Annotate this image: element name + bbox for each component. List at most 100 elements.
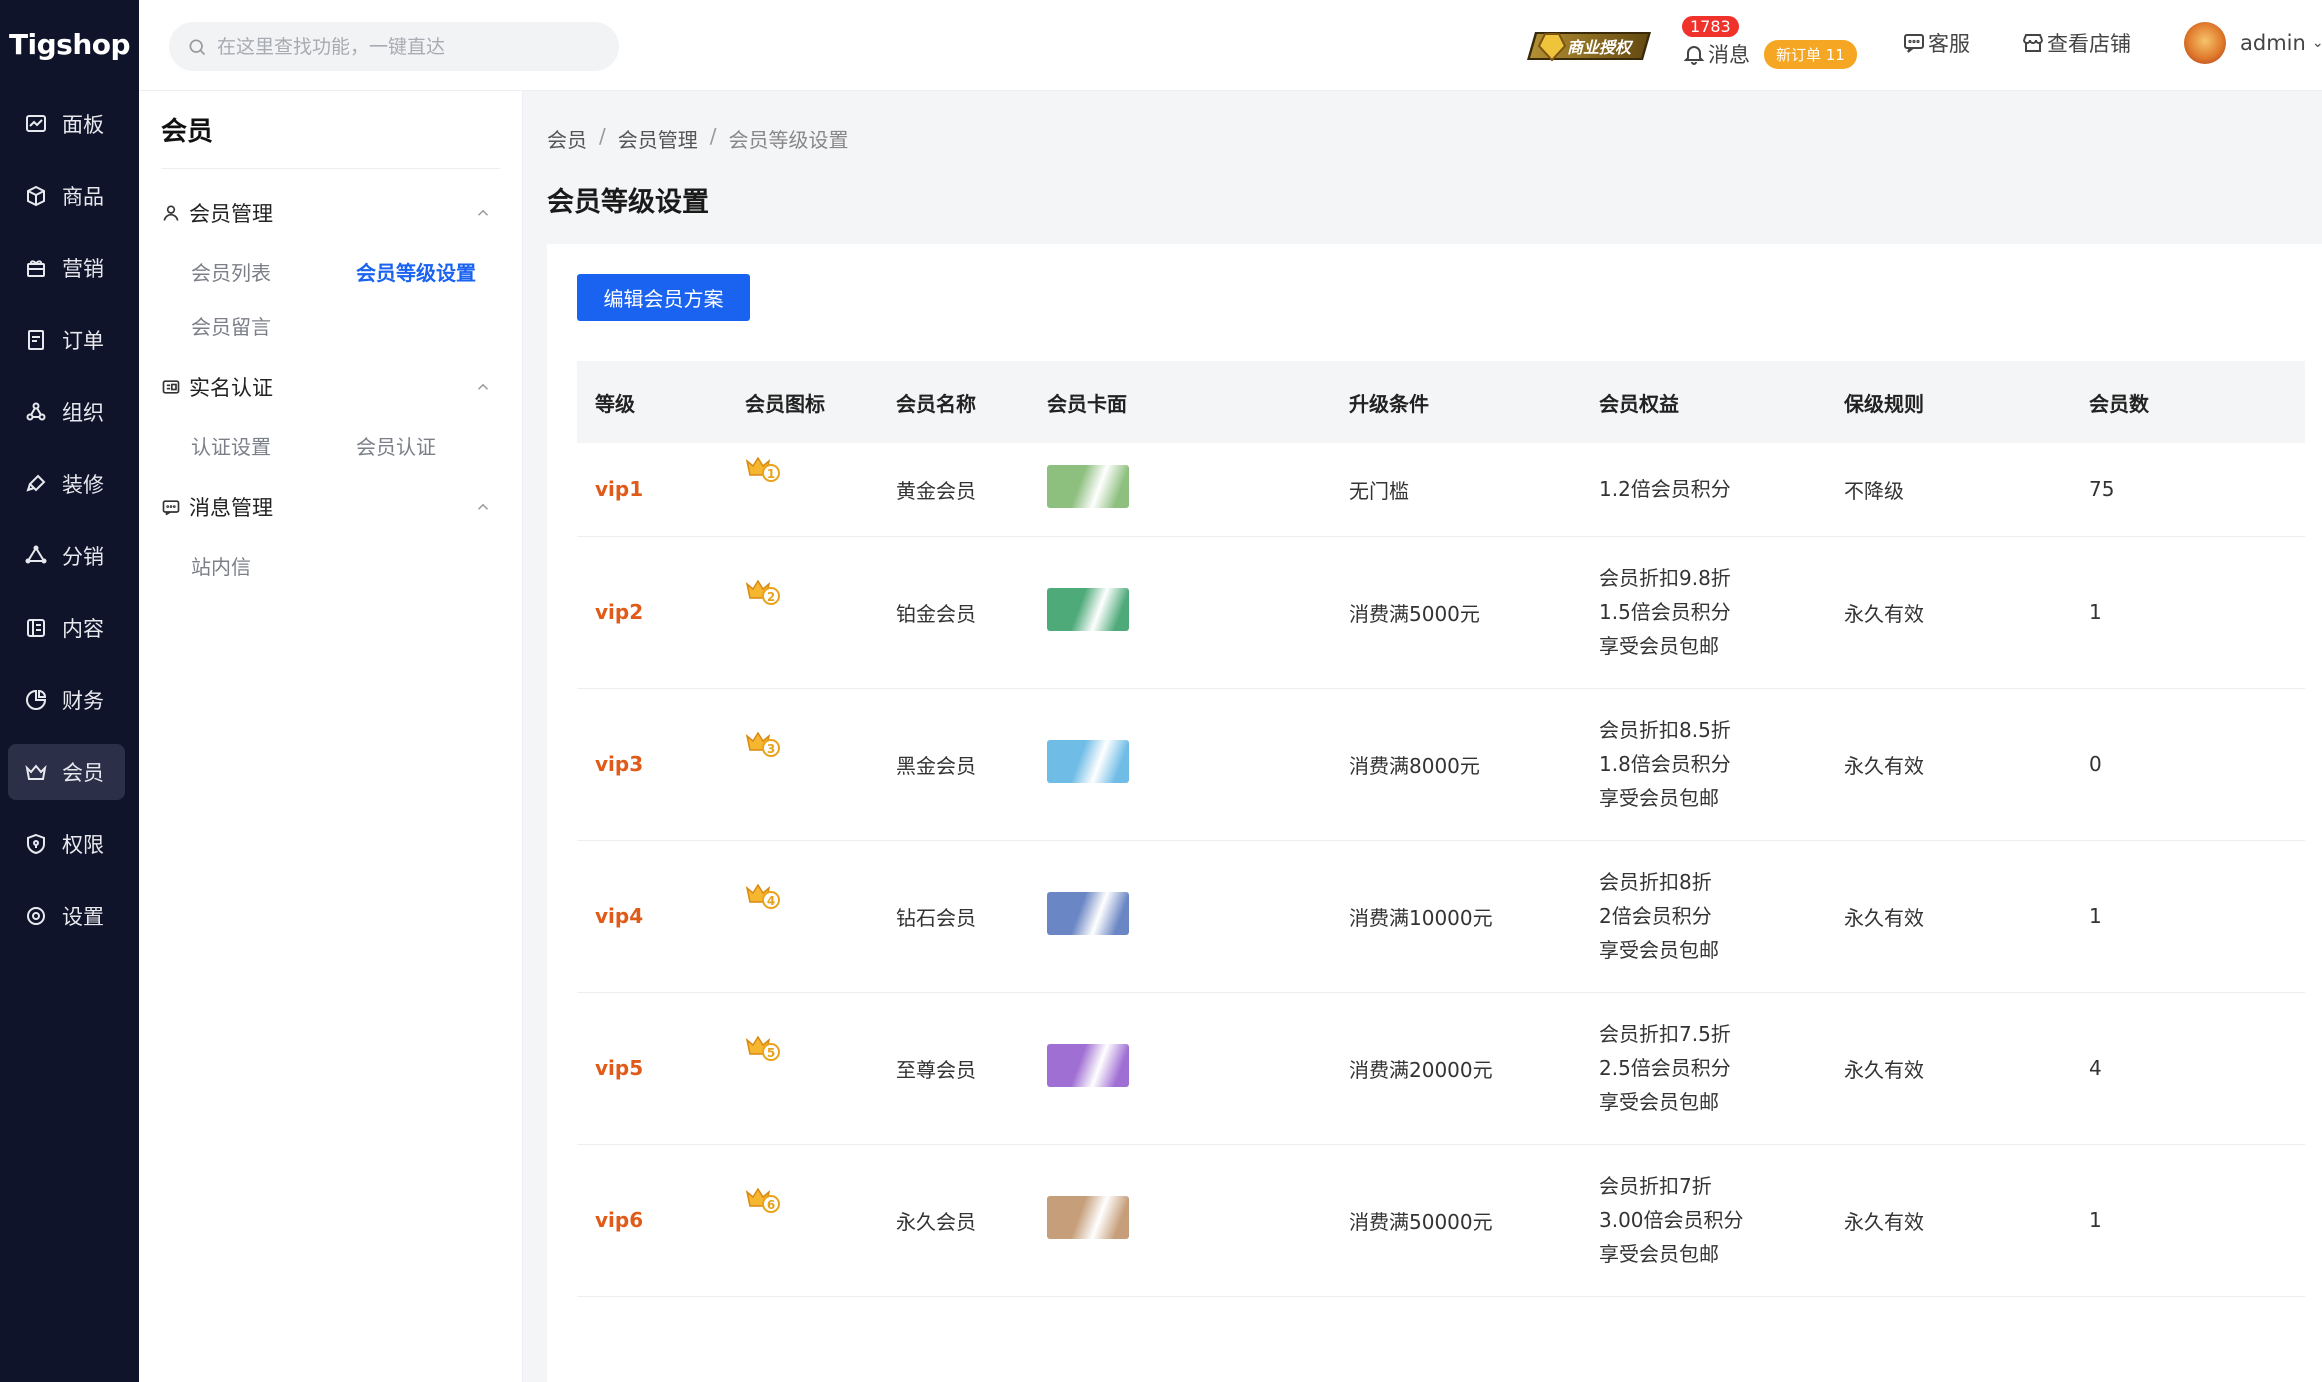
member-right: 会员折扣7.5折 — [1599, 1022, 1731, 1046]
sub-nav-group-header[interactable]: 消息管理 — [139, 485, 522, 529]
sub-nav-item[interactable]: 会员留言 — [191, 307, 356, 361]
member-right: 会员折扣7折 — [1599, 1174, 1712, 1198]
content-card: 编辑会员方案 等级 会员图标 会员名称 会员卡面 升级条件 会员权益 保级规则 会员数 vip… — [547, 244, 2322, 1382]
badge-cell: 2 — [727, 536, 878, 689]
nav-item-11[interactable]: 设置 — [8, 888, 125, 944]
nav-item-0[interactable]: 面板 — [8, 96, 125, 152]
vip-badge-number: 1 — [767, 467, 775, 481]
search-input[interactable] — [217, 35, 597, 58]
sub-nav-group-header[interactable]: 实名认证 — [139, 365, 522, 409]
badge-cell: 6 — [727, 1144, 878, 1297]
nav-item-label: 订单 — [62, 329, 104, 353]
sub-nav-group-header[interactable]: 会员管理 — [139, 191, 522, 235]
sub-nav-group: 消息管理 站内信 — [139, 485, 522, 601]
table-row: vip5 5 至尊会员 消费满20000元 会员折扣7.5折 2.5倍会员积分 享受… — [577, 992, 2305, 1145]
count-cell: 75 — [2071, 443, 2305, 537]
breadcrumb-item: 会员等级设置 — [728, 128, 849, 152]
member-right: 享受会员包邮 — [1599, 1242, 1719, 1266]
member-right: 1.2倍会员积分 — [1599, 477, 1731, 502]
rule-cell: 永久有效 — [1826, 688, 2071, 841]
nav-item-6[interactable]: 分销 — [8, 528, 125, 584]
search-icon — [189, 39, 206, 55]
vip-badge-number: 2 — [767, 590, 775, 604]
sub-nav-item[interactable]: 会员列表 — [191, 253, 356, 307]
vip-crown-icon: 1 — [745, 456, 780, 482]
nav-item-4[interactable]: 组织 — [8, 384, 125, 440]
card-cell — [1029, 443, 1331, 537]
nav-item-9[interactable]: 会员 — [8, 744, 125, 800]
condition-cell: 消费满5000元 — [1331, 536, 1581, 689]
member-right: 1.5倍会员积分 — [1599, 600, 1731, 624]
vip-badge-number: 3 — [767, 742, 775, 756]
sub-nav-group-label: 消息管理 — [189, 496, 273, 520]
vip-crown-icon: 2 — [745, 579, 780, 605]
breadcrumb-item[interactable]: 会员 — [547, 124, 587, 153]
view-shop-link[interactable]: 查看店铺 — [2021, 28, 2131, 58]
user-menu[interactable]: admin ⌄ — [2184, 22, 2322, 64]
sub-nav-group-label: 会员管理 — [189, 202, 273, 226]
card-cell — [1029, 1144, 1331, 1297]
nav-item-label: 装修 — [62, 473, 104, 497]
nav-item-2[interactable]: 营销 — [8, 240, 125, 296]
nav-item-label: 营销 — [62, 257, 104, 281]
condition-cell: 无门槛 — [1331, 443, 1581, 537]
order-icon — [22, 326, 50, 354]
page-title: 会员等级设置 — [547, 187, 709, 218]
count-cell: 4 — [2071, 992, 2305, 1145]
box-icon — [22, 182, 50, 210]
view-shop-label: 查看店铺 — [2047, 32, 2131, 56]
chat-icon — [1904, 34, 1924, 53]
breadcrumb-separator: / — [709, 124, 717, 148]
breadcrumb-item[interactable]: 会员管理 — [618, 124, 698, 153]
customer-service-link[interactable]: 客服 — [1902, 28, 1970, 58]
level-cell: vip5 — [577, 992, 727, 1145]
license-label: 商业授权 — [1567, 38, 1632, 57]
brand-logo[interactable]: Tigshop — [0, 0, 139, 88]
vip-crown-icon: 5 — [745, 1035, 780, 1061]
nav-item-1[interactable]: 商品 — [8, 168, 125, 224]
member-level-table: 等级 会员图标 会员名称 会员卡面 升级条件 会员权益 保级规则 会员数 vip1 1 黄金会… — [577, 361, 2305, 1297]
license-badge[interactable]: 商业授权 — [1527, 28, 1651, 64]
nav-item-3[interactable]: 订单 — [8, 312, 125, 368]
nav-item-8[interactable]: 财务 — [8, 672, 125, 728]
count-cell: 0 — [2071, 688, 2305, 841]
member-right: 享受会员包邮 — [1599, 786, 1719, 810]
nav-item-10[interactable]: 权限 — [8, 816, 125, 872]
table-row: vip4 4 钻石会员 消费满10000元 会员折扣8折 2倍会员积分 享受会员包邮… — [577, 840, 2305, 993]
dashboard-icon — [22, 110, 50, 138]
column-header: 会员图标 — [745, 391, 825, 416]
content-icon — [22, 614, 50, 642]
sub-nav-item[interactable]: 会员认证 — [356, 427, 521, 481]
search-box[interactable] — [169, 22, 619, 71]
badge-cell: 4 — [727, 840, 878, 993]
sub-nav-item[interactable]: 认证设置 — [191, 427, 356, 481]
nav-item-label: 商品 — [62, 185, 104, 209]
org-icon — [22, 398, 50, 426]
messages-label: 消息 — [1708, 43, 1750, 67]
table-row: vip1 1 黄金会员 无门槛 1.2倍会员积分 不降级 75 — [577, 443, 2305, 537]
sub-nav-item[interactable]: 站内信 — [191, 547, 356, 601]
member-right: 享受会员包邮 — [1599, 634, 1719, 658]
user-icon — [163, 205, 179, 221]
messages-link[interactable]: 1783 消息 新订单 11 — [1682, 16, 1857, 72]
edit-member-plan-button[interactable]: 编辑会员方案 — [577, 274, 750, 321]
count-cell: 1 — [2071, 1144, 2305, 1297]
nav-item-7[interactable]: 内容 — [8, 600, 125, 656]
sub-nav-item[interactable]: 会员等级设置 — [356, 253, 521, 307]
nav-item-5[interactable]: 装修 — [8, 456, 125, 512]
level-cell: vip6 — [577, 1144, 727, 1297]
member-right: 享受会员包邮 — [1599, 938, 1719, 962]
sub-sidebar: 会员 会员管理 会员列表 会员等级设置 会员留言 实名认证 认证设置 会员认证 消息管… — [139, 91, 523, 1382]
card-face-swatch — [1047, 465, 1129, 509]
name-cell: 永久会员 — [878, 1144, 1029, 1297]
column-header: 升级条件 — [1349, 391, 1429, 416]
badge-cell: 5 — [727, 992, 878, 1145]
rule-cell: 不降级 — [1826, 443, 2071, 537]
gear-icon — [22, 902, 50, 930]
card-cell — [1029, 688, 1331, 841]
new-order-badge[interactable]: 新订单 11 — [1764, 39, 1857, 69]
name-cell: 黑金会员 — [878, 688, 1029, 841]
vip-badge-number: 4 — [767, 894, 775, 908]
table-row: vip6 6 永久会员 消费满50000元 会员折扣7折 3.00倍会员积分 享受会… — [577, 1144, 2305, 1297]
rule-cell: 永久有效 — [1826, 840, 2071, 993]
